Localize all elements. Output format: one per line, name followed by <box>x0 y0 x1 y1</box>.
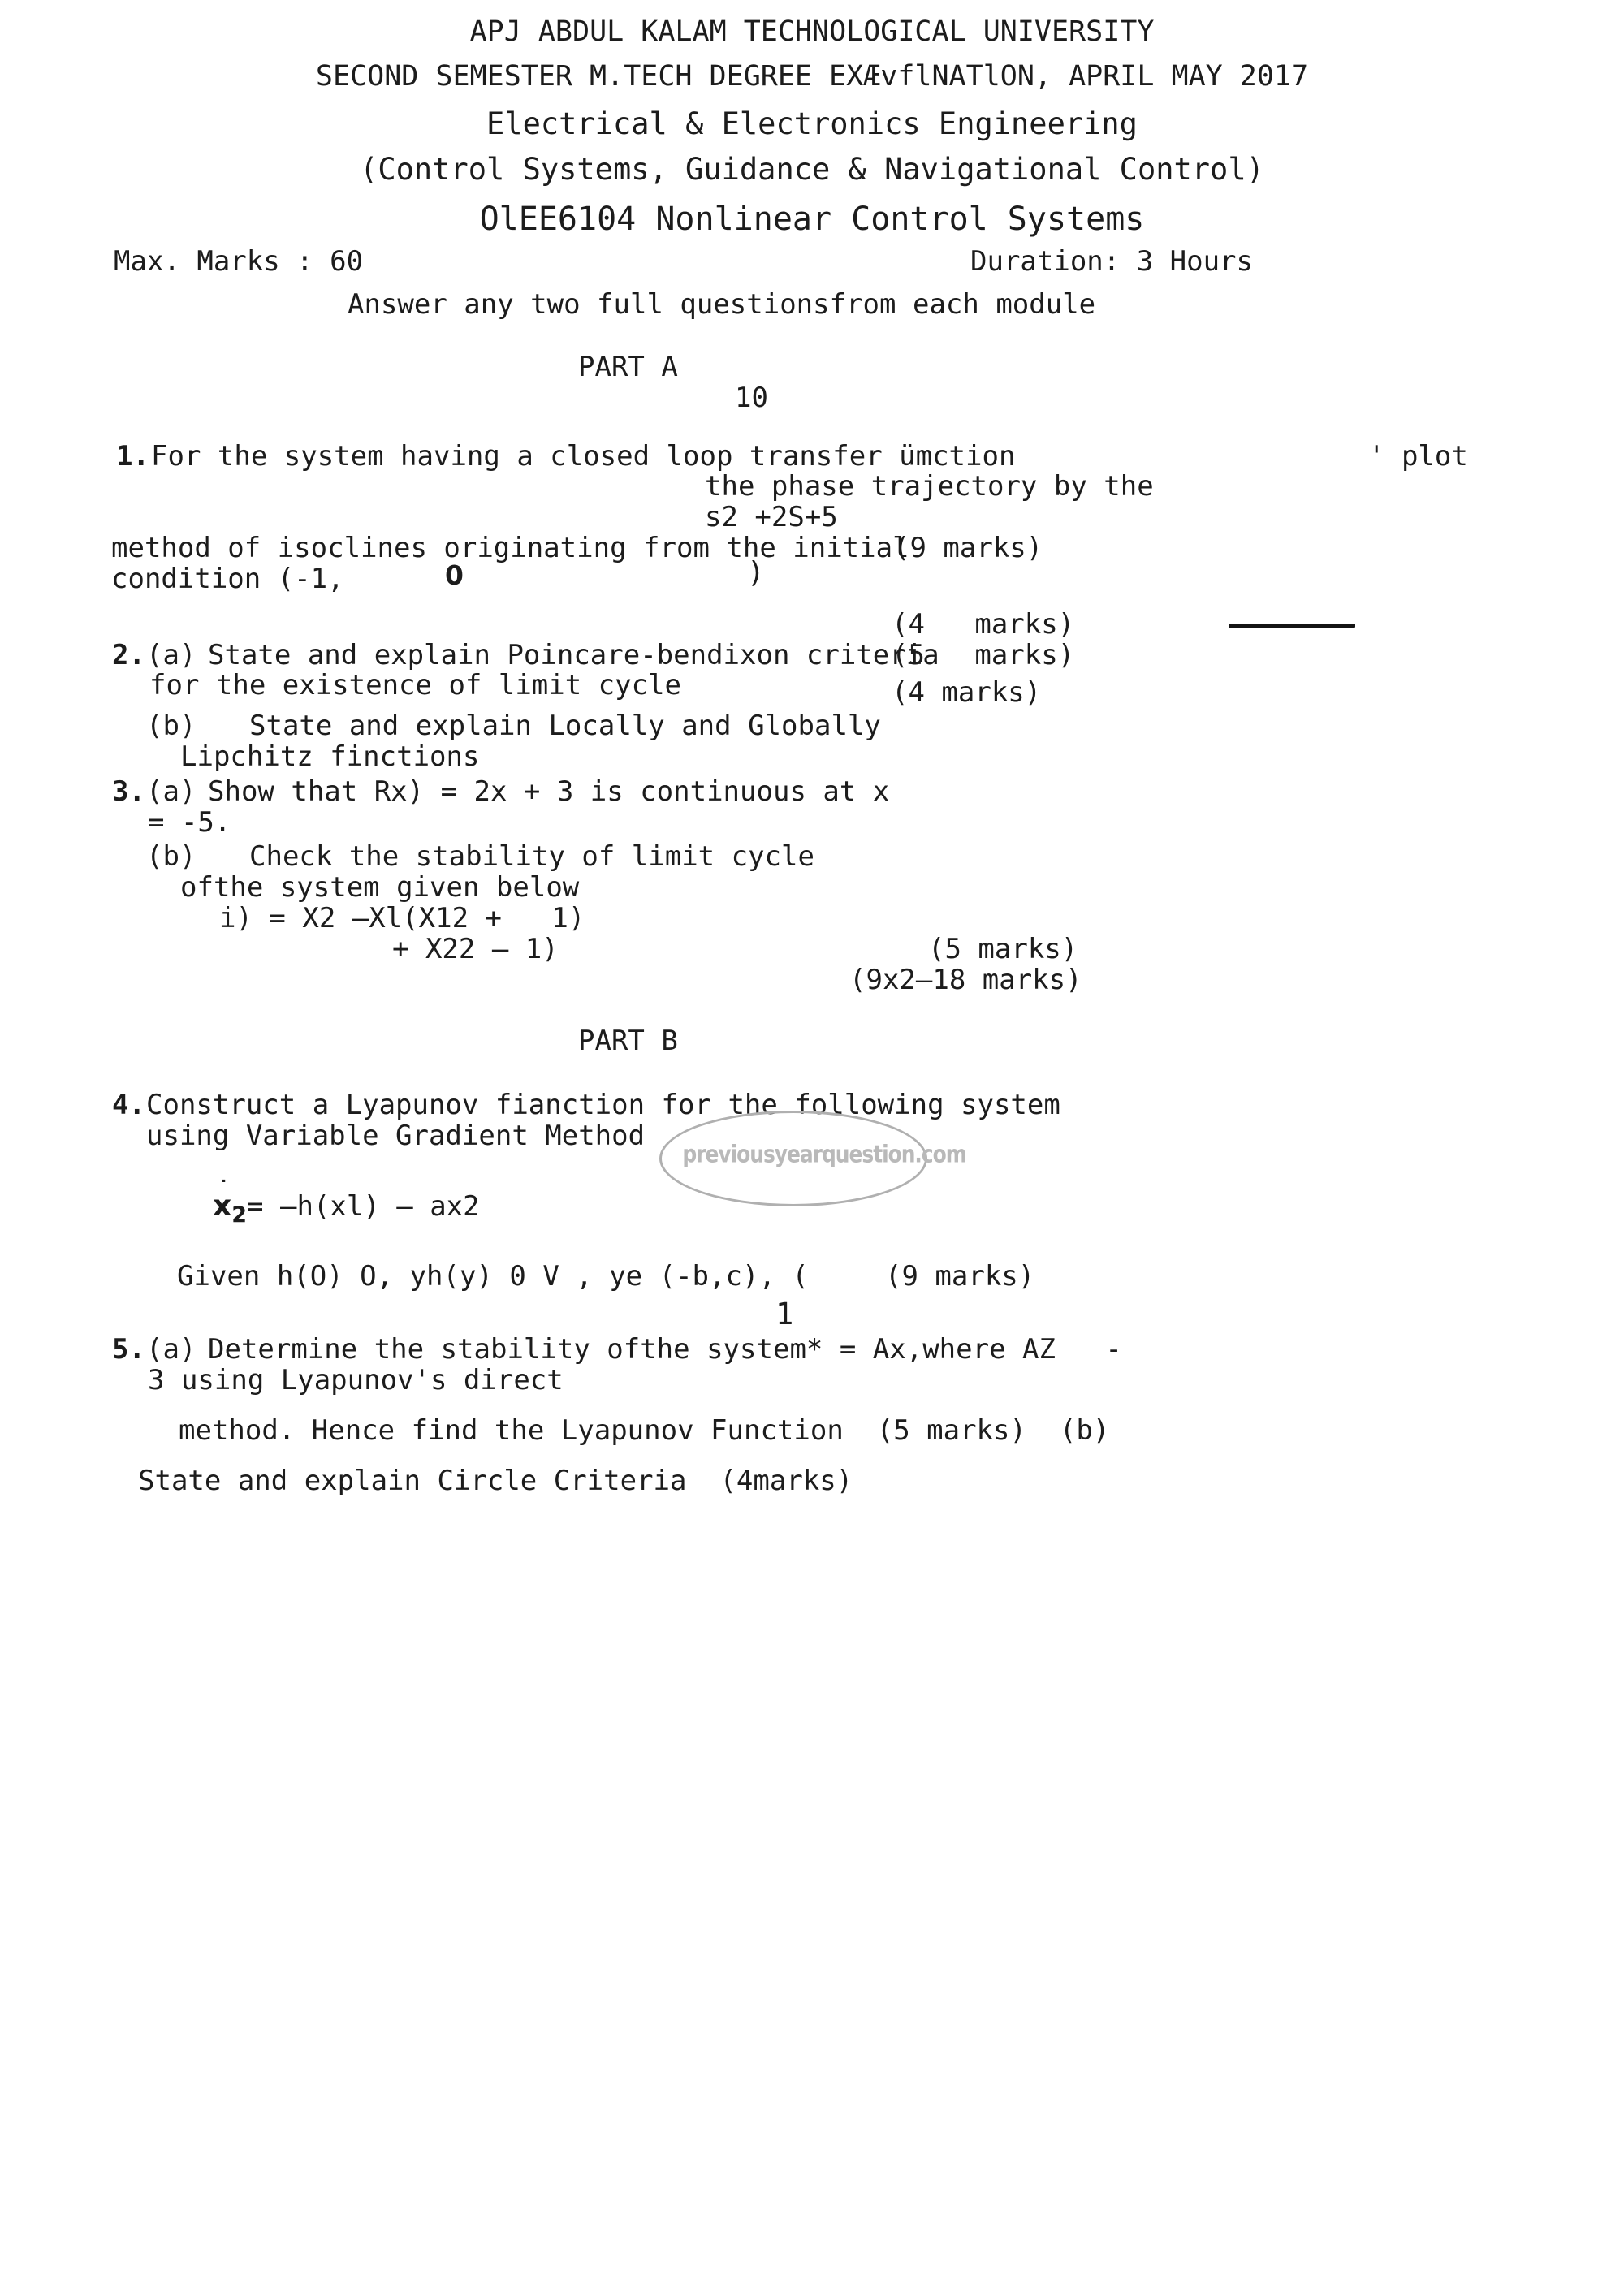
q4-line-2: using Variable Gradient Method <box>146 1120 646 1152</box>
university-name: APJ ABDUL KALAM TECHNOLOGICAL UNIVERSITY <box>469 15 1155 48</box>
q5-b-line-1: State and explain Circle Criteria (4mark… <box>138 1465 853 1497</box>
q5-a-line-1: Determine the stability ofthe system* = … <box>208 1333 1122 1366</box>
course-title: OlEE6104 Nonlinear Control Systems <box>479 201 1145 238</box>
q2-b-line-2: Lipchitz finctions <box>180 740 480 773</box>
q4-equation-rhs: = —h(xl) — ax2 <box>247 1190 480 1223</box>
q4-marks: (9 marks) <box>885 1260 1035 1293</box>
q2-marks-b: (5 marks) <box>892 639 1075 671</box>
exam-session-line: SECOND SEMESTER M.TECH DEGREE EXÆvflNATl… <box>315 60 1309 93</box>
q2-marks-a: (4 marks) <box>892 608 1075 641</box>
q1-line-4: method of isoclines originating from the… <box>111 532 909 564</box>
site-watermark: previousyearquestion.com <box>659 1111 967 1206</box>
q2-number: 2. <box>112 639 145 671</box>
q2-marks-c: (4 marks) <box>892 676 1042 709</box>
q4-given-line: Given h(O) O, yh(y) 0 V , ye (-b,c), ( <box>177 1260 809 1293</box>
q3-marks: (5 marks) <box>928 933 1078 965</box>
watermark-ellipse-icon <box>659 1111 927 1206</box>
dot-accent-icon: ˙ <box>218 1177 229 1202</box>
q2-a-line-2: for the existence of limit cycle <box>149 669 682 701</box>
part-a-label: PART A <box>578 351 678 383</box>
q1-initial-zero: 0 <box>445 559 464 591</box>
x-dot-symbol: ˙ x <box>213 1177 232 1223</box>
q3-total-marks: (9x2—18 marks) <box>849 964 1082 996</box>
exam-paper-page: APJ ABDUL KALAM TECHNOLOGICAL UNIVERSITY… <box>0 0 1624 2296</box>
specialization-name: (Control Systems, Guidance & Navigationa… <box>360 152 1264 187</box>
q4-equation: ˙ x2= —h(xl) — ax2 <box>213 1177 480 1228</box>
x-subscript: 2 <box>231 1202 248 1228</box>
q5-number: 5. <box>112 1333 145 1366</box>
q3-a-line-1: Show that Rx) = 2x + 3 is continuous at … <box>208 775 890 808</box>
q1-line-1-tail: ' plot <box>1368 440 1468 473</box>
max-marks: Max. Marks : 60 <box>114 245 364 278</box>
q3-b-equation-2: + X22 — 1) <box>392 933 559 965</box>
q1-marks: (9 marks) <box>893 532 1043 564</box>
q2-a-label: (a) <box>146 639 197 671</box>
q5-a-label: (a) <box>146 1333 197 1366</box>
part-b-label: PART B <box>578 1025 678 1057</box>
part-a-marks: 10 <box>735 382 768 414</box>
q1-line-5: condition (-1, <box>111 563 344 595</box>
q3-number: 3. <box>112 775 145 808</box>
q1-fraction-bar <box>1229 624 1355 628</box>
q2-a-line-1: State and explain Poincare-bendixon crit… <box>208 639 939 671</box>
watermark-text: previousyearquestion.com <box>682 1140 966 1168</box>
q5-a-line-3: method. Hence find the Lyapunov Function… <box>179 1414 1110 1447</box>
q4-number: 4. <box>112 1089 145 1121</box>
q1-closing-paren: ) <box>747 556 765 589</box>
q3-a-label: (a) <box>146 775 197 808</box>
q2-b-label: (b) <box>146 710 197 742</box>
q3-b-label: (b) <box>146 840 197 873</box>
q1-line-3: s2 +2S+5 <box>705 501 838 533</box>
q2-b-line-1: State and explain Locally and Globally <box>249 710 881 742</box>
page-number: 1 <box>775 1297 794 1331</box>
q1-line-2: the phase trajectory by the <box>705 470 1154 503</box>
q3-a-line-2: = -5. <box>148 806 231 839</box>
branch-name: Electrical & Electronics Engineering <box>486 106 1138 141</box>
duration: Duration: 3 Hours <box>970 245 1253 278</box>
instruction-line: Answer any two full questionsfrom each m… <box>348 288 1096 321</box>
q4-line-1: Construct a Lyapunov fianction for the f… <box>146 1089 1060 1121</box>
q1-line-1: For the system having a closed loop tran… <box>151 440 1016 473</box>
q3-b-line-2: ofthe system given below <box>180 871 580 904</box>
q1-number: 1. <box>116 440 149 473</box>
q3-b-line-1: Check the stability of limit cycle <box>249 840 814 873</box>
q3-b-equation-1: i) = X2 —Xl(X12 + 1) <box>219 902 585 934</box>
q5-a-line-2: 3 using Lyapunov's direct <box>148 1364 564 1396</box>
